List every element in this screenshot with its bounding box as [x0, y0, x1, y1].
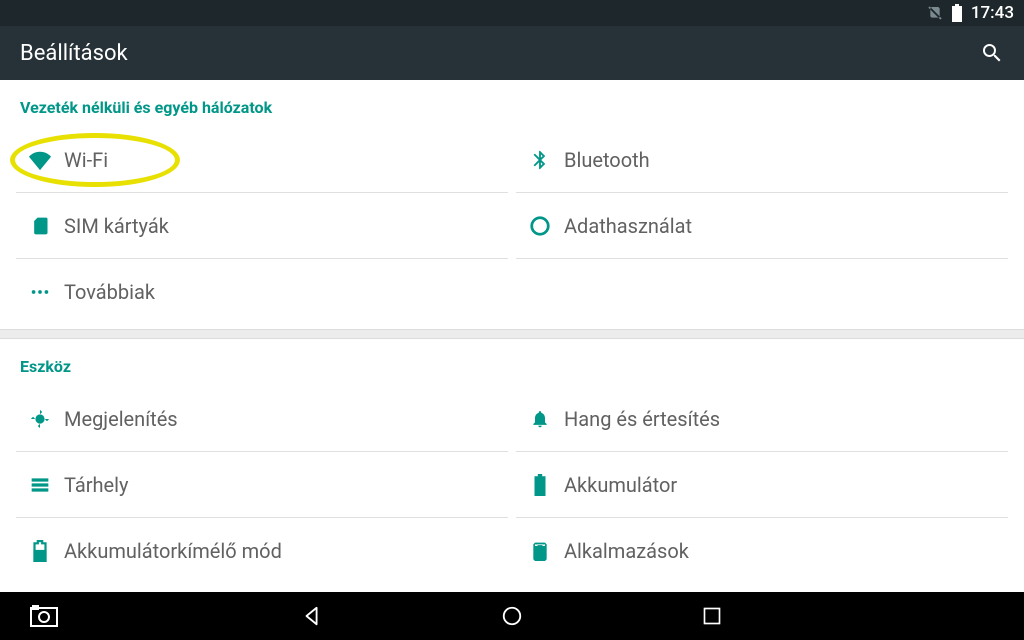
search-button[interactable] — [980, 41, 1004, 65]
status-time: 17:43 — [971, 3, 1014, 23]
search-icon — [980, 41, 1004, 65]
nav-recent-button[interactable] — [688, 606, 736, 626]
storage-icon — [16, 475, 64, 495]
settings-item-label: Akkumulátor — [564, 473, 677, 497]
recent-icon — [702, 606, 722, 626]
settings-item-sim[interactable]: SIM kártyák — [16, 193, 508, 259]
settings-item-battery[interactable]: Akkumulátor — [516, 452, 1008, 518]
battery-icon — [951, 4, 963, 22]
battery-saver-icon — [16, 540, 64, 562]
camera-icon — [30, 605, 58, 627]
settings-item-storage[interactable]: Tárhely — [16, 452, 508, 518]
apps-icon — [516, 540, 564, 562]
bell-icon — [516, 409, 564, 429]
section-header-wireless: Vezeték nélküli és egyéb hálózatok — [0, 80, 1024, 127]
app-bar: Beállítások — [0, 26, 1024, 80]
data-usage-icon — [516, 215, 564, 237]
settings-item-apps[interactable]: Alkalmazások — [516, 518, 1008, 584]
settings-item-sound[interactable]: Hang és értesítés — [516, 386, 1008, 452]
screenshot-button[interactable] — [20, 605, 68, 627]
more-icon — [16, 281, 64, 303]
settings-item-display[interactable]: Megjelenítés — [16, 386, 508, 452]
no-sim-icon — [927, 5, 943, 21]
page-title: Beállítások — [20, 41, 980, 66]
battery-icon — [516, 474, 564, 496]
nav-home-button[interactable] — [488, 605, 536, 627]
wifi-icon — [16, 149, 64, 171]
settings-item-label: Wi-Fi — [64, 148, 108, 172]
settings-item-label: Hang és értesítés — [564, 407, 720, 431]
back-icon — [301, 605, 323, 627]
settings-item-more[interactable]: Továbbiak — [16, 259, 508, 325]
section-header-device: Eszköz — [0, 339, 1024, 386]
home-icon — [501, 605, 523, 627]
settings-item-wifi[interactable]: Wi-Fi — [16, 127, 508, 193]
status-bar: 17:43 — [0, 0, 1024, 26]
settings-item-label: Adathasználat — [564, 214, 692, 238]
settings-item-label: SIM kártyák — [64, 214, 169, 238]
settings-item-label: Tárhely — [64, 473, 128, 497]
nav-back-button[interactable] — [288, 605, 336, 627]
settings-item-label: Alkalmazások — [564, 539, 689, 563]
sim-icon — [16, 216, 64, 236]
settings-item-label: Akkumulátorkímélő mód — [64, 539, 282, 563]
settings-content: Vezeték nélküli és egyéb hálózatok Wi-Fi… — [0, 80, 1024, 592]
section-divider — [0, 329, 1024, 339]
navigation-bar — [0, 592, 1024, 640]
settings-item-label: Továbbiak — [64, 280, 155, 304]
settings-item-data[interactable]: Adathasználat — [516, 193, 1008, 259]
settings-item-battery-saver[interactable]: Akkumulátorkímélő mód — [16, 518, 508, 584]
settings-item-bluetooth[interactable]: Bluetooth — [516, 127, 1008, 193]
display-icon — [16, 408, 64, 430]
bluetooth-icon — [516, 149, 564, 171]
settings-item-label: Megjelenítés — [64, 407, 178, 431]
settings-item-label: Bluetooth — [564, 148, 650, 172]
